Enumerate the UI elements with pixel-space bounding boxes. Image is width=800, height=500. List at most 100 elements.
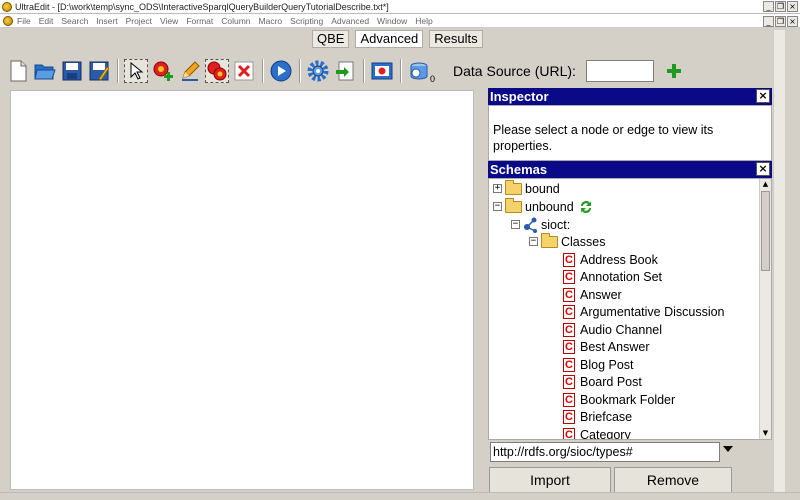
tree-item-label: Best Answer xyxy=(580,339,650,354)
new-file-icon[interactable] xyxy=(6,59,30,83)
tree-class-item[interactable]: C Answer xyxy=(563,286,622,303)
scroll-up-icon[interactable]: ▲ xyxy=(760,179,771,190)
schemas-title: Schemas xyxy=(490,162,548,177)
menu-insert[interactable]: Insert xyxy=(96,16,117,26)
refresh-icon[interactable] xyxy=(578,199,594,215)
tree-class-item[interactable]: C Audio Channel xyxy=(563,321,662,338)
tree-item-unbound[interactable]: − unbound xyxy=(493,197,594,215)
toolbar-separator xyxy=(299,59,301,83)
scroll-down-icon[interactable]: ▼ xyxy=(760,428,771,439)
tree-item-label: Briefcase xyxy=(580,409,633,424)
tree-class-item[interactable]: C Briefcase xyxy=(563,408,632,425)
class-icon: C xyxy=(563,322,575,337)
settings-gear-icon[interactable] xyxy=(306,59,330,83)
toolbar-separator xyxy=(400,59,402,83)
collapse-toggle[interactable]: − xyxy=(493,202,502,211)
toolbar: 0 Data Source (URL): xyxy=(0,55,800,87)
run-icon[interactable] xyxy=(269,59,293,83)
bottom-scrollbar[interactable] xyxy=(0,492,800,500)
select-pointer-icon[interactable] xyxy=(124,59,148,83)
menu-bar: File Edit Search Insert Project View For… xyxy=(0,14,800,28)
tab-advanced[interactable]: Advanced xyxy=(355,30,424,48)
doc-restore-button[interactable]: ❐ xyxy=(775,16,786,27)
doc-minimize-button[interactable]: _ xyxy=(763,16,774,27)
menu-window[interactable]: Window xyxy=(377,16,407,26)
menu-macro[interactable]: Macro xyxy=(259,16,283,26)
tree-item-sioct[interactable]: − sioct: xyxy=(511,216,570,233)
namespace-icon xyxy=(524,217,537,233)
menu-edit[interactable]: Edit xyxy=(39,16,54,26)
tree-class-item[interactable]: C Bookmark Folder xyxy=(563,391,675,408)
scroll-thumb[interactable] xyxy=(761,191,770,271)
tree-item-label: Answer xyxy=(580,287,622,302)
toolbar-separator xyxy=(363,59,365,83)
tree-item-bound[interactable]: + bound xyxy=(493,179,560,197)
print-icon[interactable] xyxy=(370,59,394,83)
editor-scrollbar[interactable] xyxy=(773,30,785,492)
class-icon: C xyxy=(563,357,575,372)
open-folder-icon[interactable] xyxy=(33,59,57,83)
data-source-icon[interactable] xyxy=(407,59,431,83)
save-icon[interactable] xyxy=(60,59,84,83)
query-canvas[interactable] xyxy=(10,90,474,490)
tree-item-label: Blog Post xyxy=(580,357,634,372)
data-source-url-input[interactable] xyxy=(585,60,654,82)
class-icon: C xyxy=(563,409,575,424)
remove-button[interactable]: Remove xyxy=(614,467,732,493)
inspector-body: Please select a node or edge to view its… xyxy=(488,105,772,161)
tab-results[interactable]: Results xyxy=(429,30,483,48)
delete-icon[interactable] xyxy=(232,59,256,83)
chevron-down-icon[interactable] xyxy=(723,446,733,452)
class-icon: C xyxy=(563,374,575,389)
schemas-close-button[interactable]: × xyxy=(756,162,770,176)
view-tabs: QBE Advanced Results xyxy=(312,30,483,48)
schemas-tree-panel: + bound − unbound − sioct: − Classes C A… xyxy=(488,178,772,440)
menu-file[interactable]: File xyxy=(17,16,31,26)
add-node-icon[interactable] xyxy=(151,59,175,83)
tree-class-item[interactable]: C Blog Post xyxy=(563,356,634,373)
collapse-toggle[interactable]: − xyxy=(511,220,520,229)
add-data-source-icon[interactable] xyxy=(666,63,682,79)
save-as-icon[interactable] xyxy=(87,59,111,83)
tree-class-item[interactable]: C Board Post xyxy=(563,373,642,390)
class-icon: C xyxy=(563,304,575,319)
tree-item-classes[interactable]: − Classes xyxy=(529,232,605,250)
tree-class-item[interactable]: C Category xyxy=(563,426,631,439)
group-nodes-icon[interactable] xyxy=(205,59,229,83)
class-icon: C xyxy=(563,427,575,439)
menu-view[interactable]: View xyxy=(160,16,178,26)
menu-format[interactable]: Format xyxy=(186,16,213,26)
menu-scripting[interactable]: Scripting xyxy=(290,16,323,26)
schemas-scrollbar[interactable]: ▲ ▼ xyxy=(759,179,771,439)
menu-project[interactable]: Project xyxy=(126,16,152,26)
menu-advanced[interactable]: Advanced xyxy=(331,16,369,26)
minimize-button[interactable]: _ xyxy=(763,1,774,12)
doc-close-button[interactable]: × xyxy=(787,16,798,27)
tree-item-label: Bookmark Folder xyxy=(580,392,676,407)
expand-toggle[interactable]: + xyxy=(493,184,502,193)
import-button[interactable]: Import xyxy=(489,467,611,493)
menu-column[interactable]: Column xyxy=(221,16,250,26)
tree-class-item[interactable]: C Best Answer xyxy=(563,338,649,355)
tree-item-label: Argumentative Discussion xyxy=(580,304,725,319)
menu-help[interactable]: Help xyxy=(415,16,432,26)
app-icon xyxy=(2,1,12,12)
collapse-toggle[interactable]: − xyxy=(529,237,538,246)
edit-pencil-icon[interactable] xyxy=(178,59,202,83)
inspector-title: Inspector xyxy=(490,89,549,104)
menu-search[interactable]: Search xyxy=(61,16,88,26)
tab-qbe[interactable]: QBE xyxy=(312,30,350,48)
tree-class-item[interactable]: C Argumentative Discussion xyxy=(563,303,725,320)
toolbar-separator xyxy=(262,59,264,83)
tree-class-item[interactable]: C Annotation Set xyxy=(563,268,662,285)
inspector-close-button[interactable]: × xyxy=(756,89,770,103)
tree-item-label: Address Book xyxy=(580,252,658,267)
inspector-message: Please select a node or edge to view its… xyxy=(493,123,714,153)
schema-url-select[interactable]: http://rdfs.org/sioc/types# xyxy=(490,442,720,462)
close-button[interactable]: × xyxy=(787,1,798,12)
tree-class-item[interactable]: C Address Book xyxy=(563,251,658,268)
tree-item-label: Audio Channel xyxy=(580,322,663,337)
document-icon[interactable] xyxy=(3,15,13,26)
export-icon[interactable] xyxy=(333,59,357,83)
restore-button[interactable]: ❐ xyxy=(775,1,786,12)
